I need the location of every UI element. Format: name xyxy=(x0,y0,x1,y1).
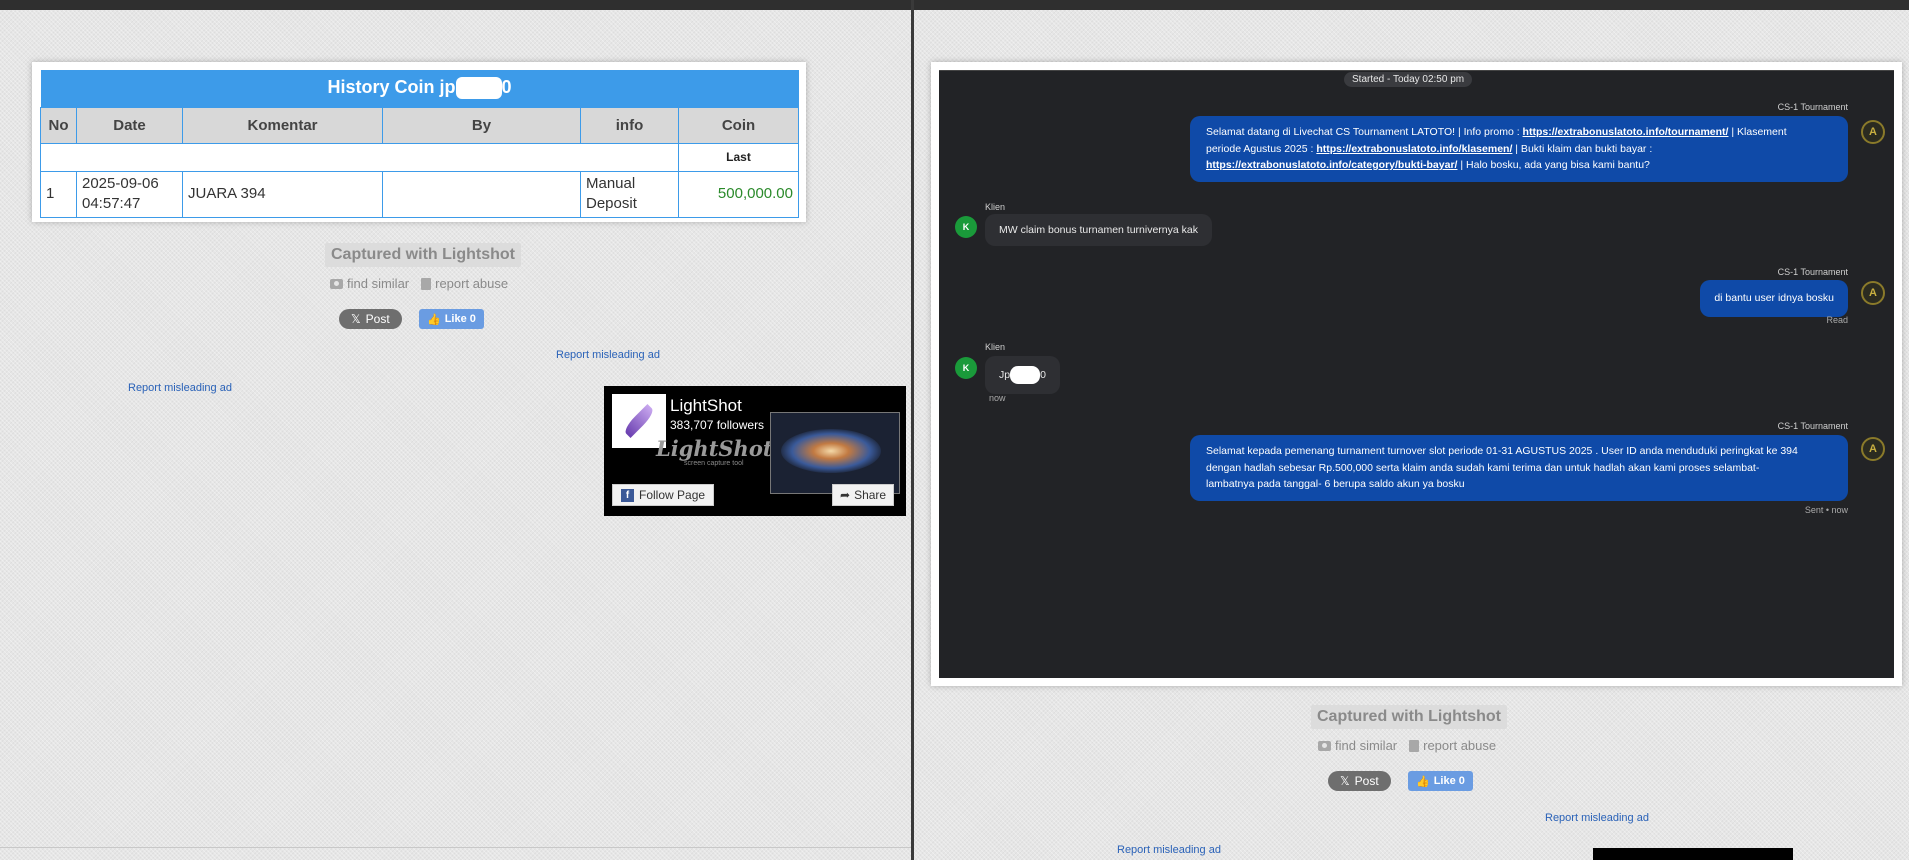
x-post-button[interactable]: 𝕏 Post xyxy=(339,309,402,329)
ad-preview-image xyxy=(770,412,900,494)
livechat-window: Started - Today 02:50 pm CS-1 Tournament… xyxy=(939,70,1894,678)
thumbs-up-icon: 👍 xyxy=(1416,775,1430,788)
image-actions: find similar report abuse xyxy=(330,276,508,291)
client-avatar: K xyxy=(955,216,977,238)
table-subheader-row: Last xyxy=(40,142,799,172)
redaction-mask xyxy=(1010,366,1041,384)
share-arrow-icon: ➦ xyxy=(840,488,851,502)
table-title: History Coin jp 0 xyxy=(40,70,799,107)
cell-date: 2025-09-06 04:57:47 xyxy=(76,170,183,218)
col-header-no: No xyxy=(40,106,77,144)
message-status: Read xyxy=(1826,315,1848,325)
agent-message-bubble: Selamat kepada pemenang turnament turnov… xyxy=(1190,435,1848,501)
col-header-info: info xyxy=(580,106,679,144)
divider-line xyxy=(0,847,911,848)
right-pane: Started - Today 02:50 pm CS-1 Tournament… xyxy=(914,0,1909,860)
ad-followers: 383,707 followers xyxy=(670,418,765,432)
sender-name: Klien xyxy=(985,342,1006,352)
follow-page-button[interactable]: f Follow Page xyxy=(612,484,715,506)
cell-coin: 500,000.00 xyxy=(678,170,799,218)
camera-icon xyxy=(330,278,343,289)
screenshot-image[interactable]: History Coin jp 0 No Date Komentar By inf… xyxy=(32,62,806,222)
ad-tagline: screen capture tool xyxy=(684,460,744,467)
ad-brand: LightShot xyxy=(656,436,773,461)
agent-message-bubble: Selamat datang di Livechat CS Tournament… xyxy=(1190,116,1848,182)
x-logo-icon: 𝕏 xyxy=(1340,774,1350,788)
share-button[interactable]: ➦ Share xyxy=(832,484,895,506)
last-label: Last xyxy=(678,142,799,172)
document-icon xyxy=(421,277,432,290)
sender-name: CS-1 Tournament xyxy=(1777,267,1848,277)
message-status: Sent • now xyxy=(1804,505,1848,515)
report-misleading-ad-link[interactable]: Report misleading ad xyxy=(1117,844,1221,856)
client-message-bubble: Jp 0 xyxy=(985,356,1060,394)
report-abuse-link[interactable]: report abuse xyxy=(421,276,508,291)
redaction-mask xyxy=(455,77,502,100)
report-misleading-ad-link[interactable]: Report misleading ad xyxy=(1545,812,1649,824)
agent-avatar: A xyxy=(1861,281,1885,305)
facebook-like-button[interactable]: 👍 Like 0 xyxy=(1408,771,1473,791)
sender-name: CS-1 Tournament xyxy=(1777,102,1848,112)
feather-icon xyxy=(622,404,656,438)
sender-name: Klien xyxy=(985,202,1006,212)
captured-with-lightshot: Captured with Lightshot xyxy=(325,243,521,267)
message-time: now xyxy=(989,393,1006,403)
promo-link[interactable]: https://extrabonuslatoto.info/tournament… xyxy=(1523,126,1729,138)
bukti-bayar-link[interactable]: https://extrabonuslatoto.info/category/b… xyxy=(1206,159,1457,171)
captured-with-lightshot: Captured with Lightshot xyxy=(1311,705,1507,729)
x-logo-icon: 𝕏 xyxy=(351,312,361,326)
image-actions: find similar report abuse xyxy=(1318,738,1496,753)
document-icon xyxy=(1409,739,1420,752)
screenshot-image[interactable]: Started - Today 02:50 pm CS-1 Tournament… xyxy=(931,62,1902,686)
col-header-komentar: Komentar xyxy=(182,106,383,144)
client-avatar: K xyxy=(955,357,977,379)
chat-started-label: Started - Today 02:50 pm xyxy=(1344,72,1473,87)
agent-message-bubble: di bantu user idnya bosku xyxy=(1700,280,1848,317)
sender-name: CS-1 Tournament xyxy=(1777,421,1848,431)
coin-history-table: History Coin jp 0 No Date Komentar By inf… xyxy=(40,70,799,218)
cell-no: 1 xyxy=(40,170,77,218)
agent-avatar: A xyxy=(1861,120,1885,144)
col-header-by: By xyxy=(382,106,581,144)
report-abuse-link[interactable]: report abuse xyxy=(1409,738,1496,753)
client-message-bubble: MW claim bonus turnamen turnivernya kak xyxy=(985,214,1212,246)
facebook-icon: f xyxy=(621,488,634,502)
thumbs-up-icon: 👍 xyxy=(427,313,441,326)
col-header-date: Date xyxy=(76,106,183,144)
klasemen-link[interactable]: https://extrabonuslatoto.info/klasemen/ xyxy=(1316,143,1512,155)
agent-avatar: A xyxy=(1861,437,1885,461)
facebook-like-button[interactable]: 👍 Like 0 xyxy=(419,309,484,329)
camera-icon xyxy=(1318,740,1331,751)
table-row: 1 2025-09-06 04:57:47 JUARA 394 Manual Dep… xyxy=(40,170,799,218)
lightshot-facebook-ad[interactable]: LightShot 383,707 followers LightShot sc… xyxy=(604,386,906,516)
top-bar xyxy=(914,0,1909,10)
find-similar-link[interactable]: find similar xyxy=(330,276,409,291)
facebook-ad-partial[interactable] xyxy=(1593,848,1793,860)
table-header-row: No Date Komentar By info Coin xyxy=(40,106,799,144)
ad-page-name[interactable]: LightShot xyxy=(670,396,742,416)
report-misleading-ad-link[interactable]: Report misleading ad xyxy=(128,382,232,394)
cell-by xyxy=(382,170,581,218)
left-pane: History Coin jp 0 No Date Komentar By inf… xyxy=(0,0,911,860)
find-similar-link[interactable]: find similar xyxy=(1318,738,1397,753)
cell-info: Manual Deposit xyxy=(580,170,679,218)
col-header-coin: Coin xyxy=(678,106,799,144)
report-misleading-ad-link[interactable]: Report misleading ad xyxy=(556,349,660,361)
top-bar xyxy=(0,0,911,10)
x-post-button[interactable]: 𝕏 Post xyxy=(1328,771,1391,791)
cell-komentar: JUARA 394 xyxy=(182,170,383,218)
